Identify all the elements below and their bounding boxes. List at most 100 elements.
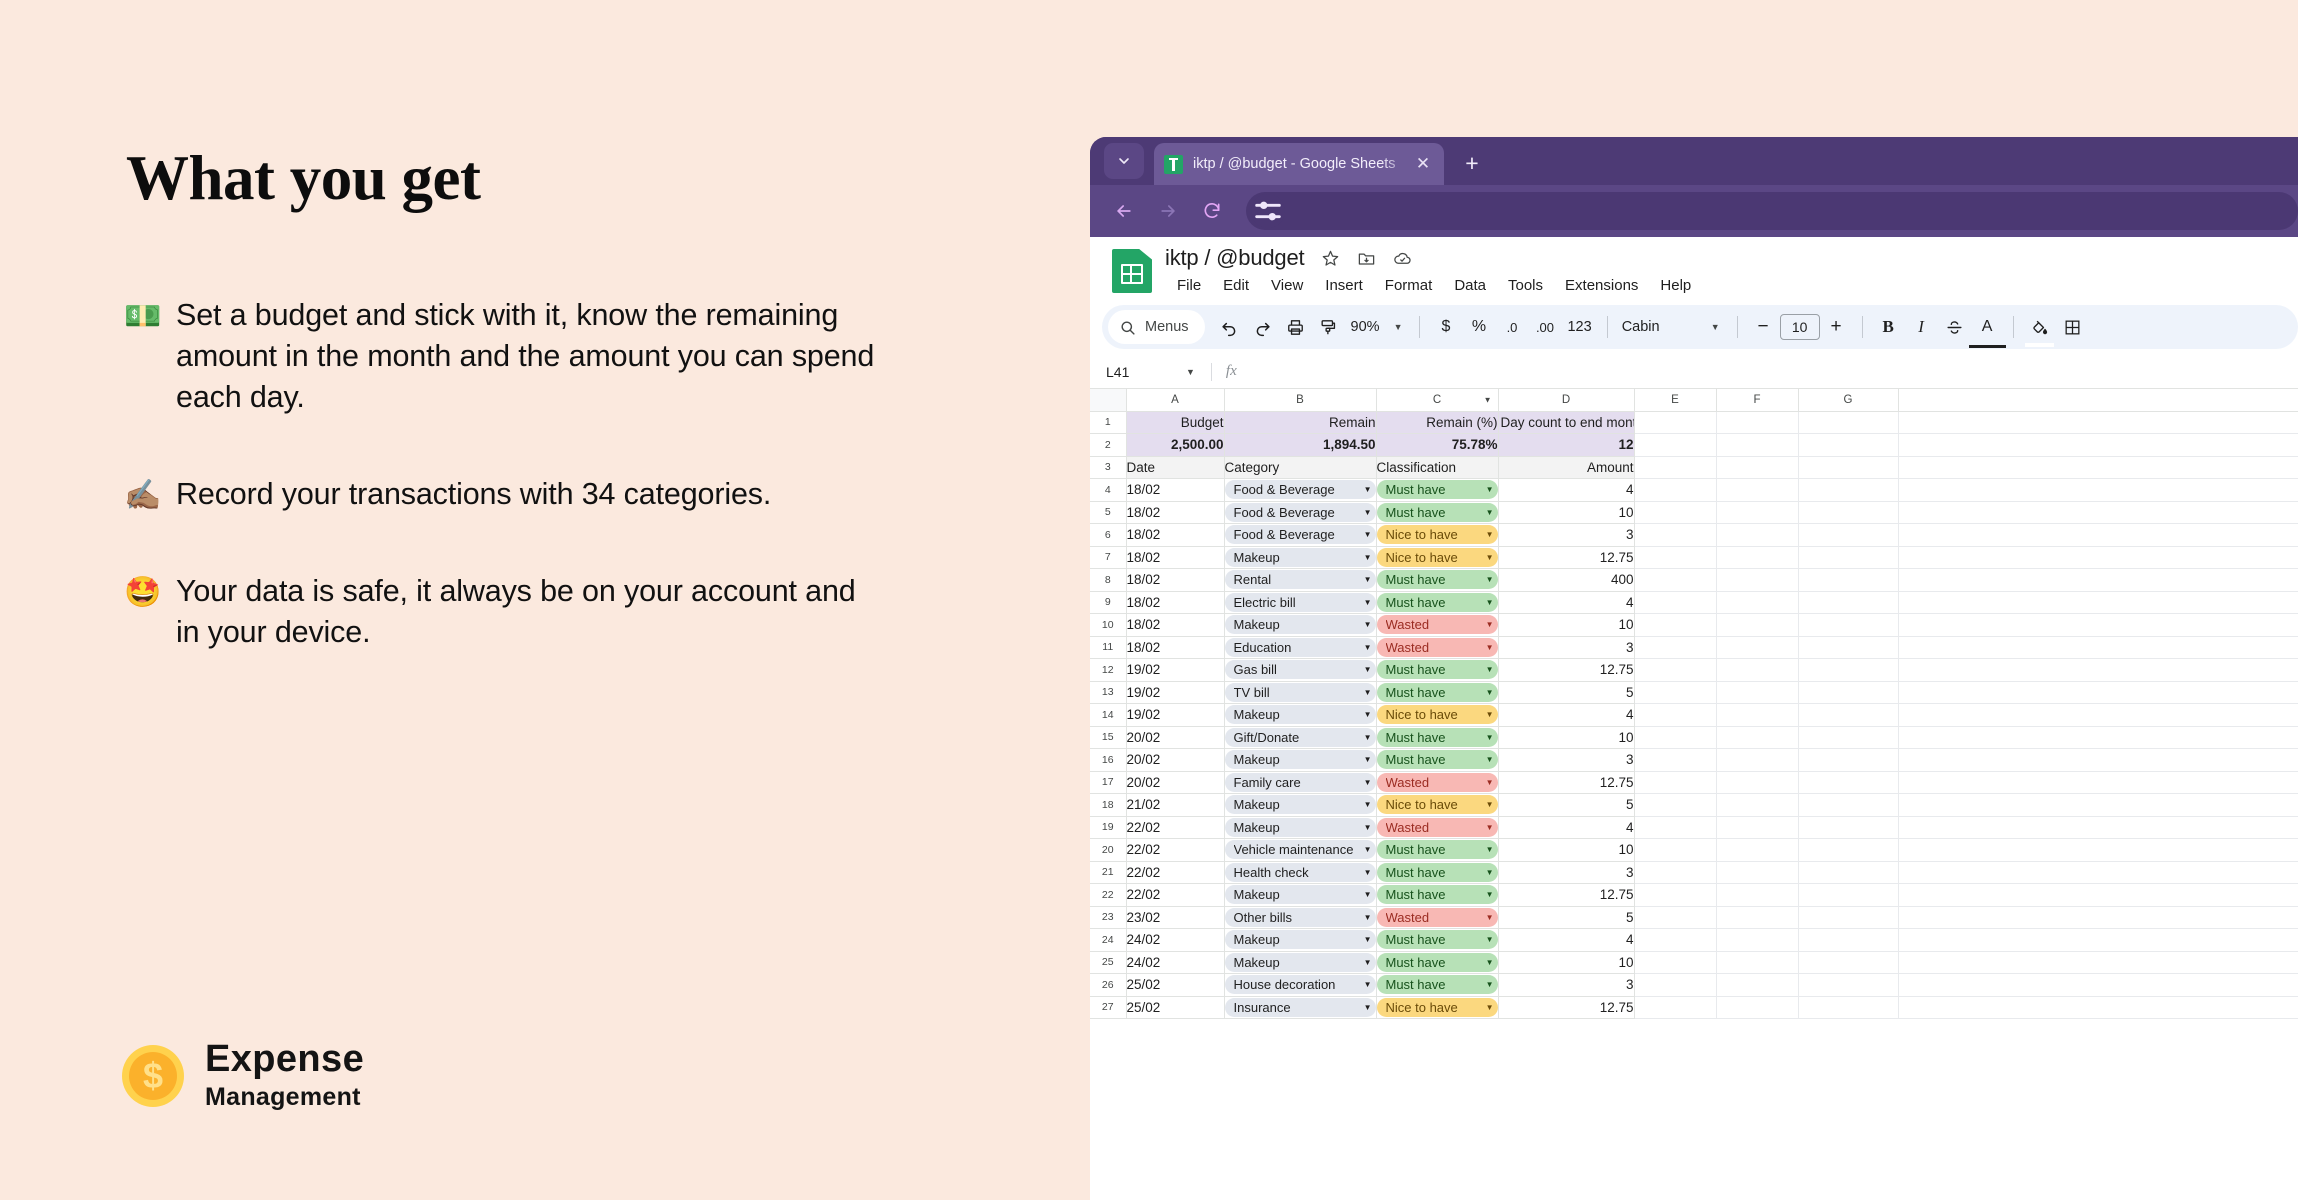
cell-g23[interactable] (1797, 905, 1899, 929)
cell-e1[interactable] (1633, 410, 1717, 434)
chevron-down-icon[interactable]: ▼ (1486, 953, 1494, 972)
cell-date[interactable]: 18/02 (1125, 500, 1225, 524)
cell-amount[interactable]: 4 (1497, 703, 1635, 727)
chevron-down-icon[interactable]: ▼ (1364, 885, 1372, 904)
cell-amount[interactable]: 5 (1497, 680, 1635, 704)
cell-category[interactable]: Food & Beverage ▼ (1223, 523, 1377, 547)
zoom-chevron-down-icon[interactable]: ▼ (1386, 322, 1411, 332)
cell-e17[interactable] (1633, 770, 1717, 794)
cell-classification[interactable]: Must have ▼ (1375, 928, 1499, 952)
cell-g10[interactable] (1797, 613, 1899, 637)
classification-dropdown[interactable]: Nice to have ▼ (1377, 705, 1497, 725)
classification-dropdown[interactable]: Must have ▼ (1377, 727, 1497, 747)
cell-h19[interactable] (1897, 815, 2298, 839)
classification-dropdown[interactable]: Must have ▼ (1377, 930, 1497, 950)
cell-e25[interactable] (1633, 950, 1717, 974)
classification-dropdown[interactable]: Wasted ▼ (1377, 637, 1497, 657)
row-number[interactable]: 25 (1090, 950, 1127, 974)
cell-g12[interactable] (1797, 658, 1899, 682)
cell-classification[interactable]: Must have ▼ (1375, 568, 1499, 592)
cell-g13[interactable] (1797, 680, 1899, 704)
cell-category[interactable]: Rental ▼ (1223, 568, 1377, 592)
cell-f6[interactable] (1715, 523, 1799, 547)
classification-dropdown[interactable]: Must have ▼ (1377, 502, 1497, 522)
spreadsheet-grid[interactable]: A B C ▼ D E F G 1 Budget Remain Remain (… (1090, 389, 2298, 1200)
row-number[interactable]: 22 (1090, 883, 1127, 907)
cell-classification[interactable]: Must have ▼ (1375, 590, 1499, 614)
site-settings-icon[interactable] (1251, 194, 1285, 228)
cell-amount[interactable]: 4 (1497, 928, 1635, 952)
cell-g26[interactable] (1797, 973, 1899, 997)
category-dropdown[interactable]: Makeup ▼ (1225, 795, 1375, 815)
cell-amount[interactable]: 12.75 (1497, 545, 1635, 569)
cell-category[interactable]: Other bills ▼ (1223, 905, 1377, 929)
cell-h5[interactable] (1897, 500, 2298, 524)
category-dropdown[interactable]: Gift/Donate ▼ (1225, 727, 1375, 747)
cell-classification[interactable]: Wasted ▼ (1375, 905, 1499, 929)
chevron-down-icon[interactable]: ▼ (1486, 930, 1494, 949)
browser-tab[interactable]: iktp / @budget - Google Sheets ✕ (1154, 143, 1444, 185)
cell-e14[interactable] (1633, 703, 1717, 727)
cell-date[interactable]: 21/02 (1125, 793, 1225, 817)
cell-f2[interactable] (1715, 433, 1799, 457)
category-dropdown[interactable]: Makeup ▼ (1225, 615, 1375, 635)
chevron-down-icon[interactable]: ▼ (1364, 975, 1372, 994)
classification-dropdown[interactable]: Must have ▼ (1377, 885, 1497, 905)
font-family-select[interactable]: Cabin (1617, 319, 1703, 335)
chevron-down-icon[interactable]: ▼ (1364, 908, 1372, 927)
cell-date[interactable]: 18/02 (1125, 478, 1225, 502)
address-bar[interactable] (1246, 192, 2298, 230)
cell-h10[interactable] (1897, 613, 2298, 637)
chevron-down-icon[interactable]: ▼ (1364, 570, 1372, 589)
cell-classification[interactable]: Must have ▼ (1375, 725, 1499, 749)
chevron-down-icon[interactable]: ▼ (1486, 795, 1494, 814)
cell-d2[interactable]: 12 (1497, 433, 1635, 457)
cell-e8[interactable] (1633, 568, 1717, 592)
cell-date[interactable]: 20/02 (1125, 770, 1225, 794)
italic-button[interactable]: I (1905, 311, 1938, 344)
menu-view[interactable]: View (1260, 275, 1314, 296)
chevron-down-icon[interactable]: ▼ (1486, 885, 1494, 904)
cell-category[interactable]: Insurance ▼ (1223, 995, 1377, 1019)
cell-classification[interactable]: Must have ▼ (1375, 680, 1499, 704)
cell-e13[interactable] (1633, 680, 1717, 704)
cell-classification[interactable]: Must have ▼ (1375, 883, 1499, 907)
cell-d1[interactable]: Day count to end month (1497, 410, 1635, 434)
cell-g4[interactable] (1797, 478, 1899, 502)
cell-category[interactable]: Makeup ▼ (1223, 928, 1377, 952)
strikethrough-icon[interactable] (1938, 311, 1971, 344)
cell-amount[interactable]: 10 (1497, 838, 1635, 862)
column-label-category[interactable]: Category (1223, 455, 1377, 479)
chevron-down-icon[interactable]: ▼ (1364, 840, 1372, 859)
category-dropdown[interactable]: Family care ▼ (1225, 772, 1375, 792)
chevron-down-icon[interactable]: ▼ (1486, 503, 1494, 522)
row-number[interactable]: 8 (1090, 568, 1127, 592)
category-dropdown[interactable]: Health check ▼ (1225, 862, 1375, 882)
chevron-down-icon[interactable]: ▼ (1486, 975, 1494, 994)
cell-date[interactable]: 18/02 (1125, 568, 1225, 592)
cell-h26[interactable] (1897, 973, 2298, 997)
cell-category[interactable]: Family care ▼ (1223, 770, 1377, 794)
cell-date[interactable]: 18/02 (1125, 613, 1225, 637)
cell-f10[interactable] (1715, 613, 1799, 637)
select-all-corner[interactable] (1090, 389, 1127, 412)
column-header-f[interactable]: F (1715, 389, 1799, 412)
cell-h13[interactable] (1897, 680, 2298, 704)
classification-dropdown[interactable]: Nice to have ▼ (1377, 547, 1497, 567)
cell-h24[interactable] (1897, 928, 2298, 952)
classification-dropdown[interactable]: Must have ▼ (1377, 570, 1497, 590)
zoom-level[interactable]: 90% (1345, 319, 1386, 335)
cell-e21[interactable] (1633, 860, 1717, 884)
cell-category[interactable]: Makeup ▼ (1223, 703, 1377, 727)
chevron-down-icon[interactable]: ▼ (1364, 615, 1372, 634)
cell-classification[interactable]: Must have ▼ (1375, 500, 1499, 524)
cell-e19[interactable] (1633, 815, 1717, 839)
cell-h25[interactable] (1897, 950, 2298, 974)
row-number[interactable]: 11 (1090, 635, 1127, 659)
cell-h22[interactable] (1897, 883, 2298, 907)
cell-date[interactable]: 23/02 (1125, 905, 1225, 929)
cell-amount[interactable]: 3 (1497, 860, 1635, 884)
cell-category[interactable]: Makeup ▼ (1223, 613, 1377, 637)
cell-h8[interactable] (1897, 568, 2298, 592)
increase-decimal-button[interactable]: .00 (1528, 311, 1561, 344)
